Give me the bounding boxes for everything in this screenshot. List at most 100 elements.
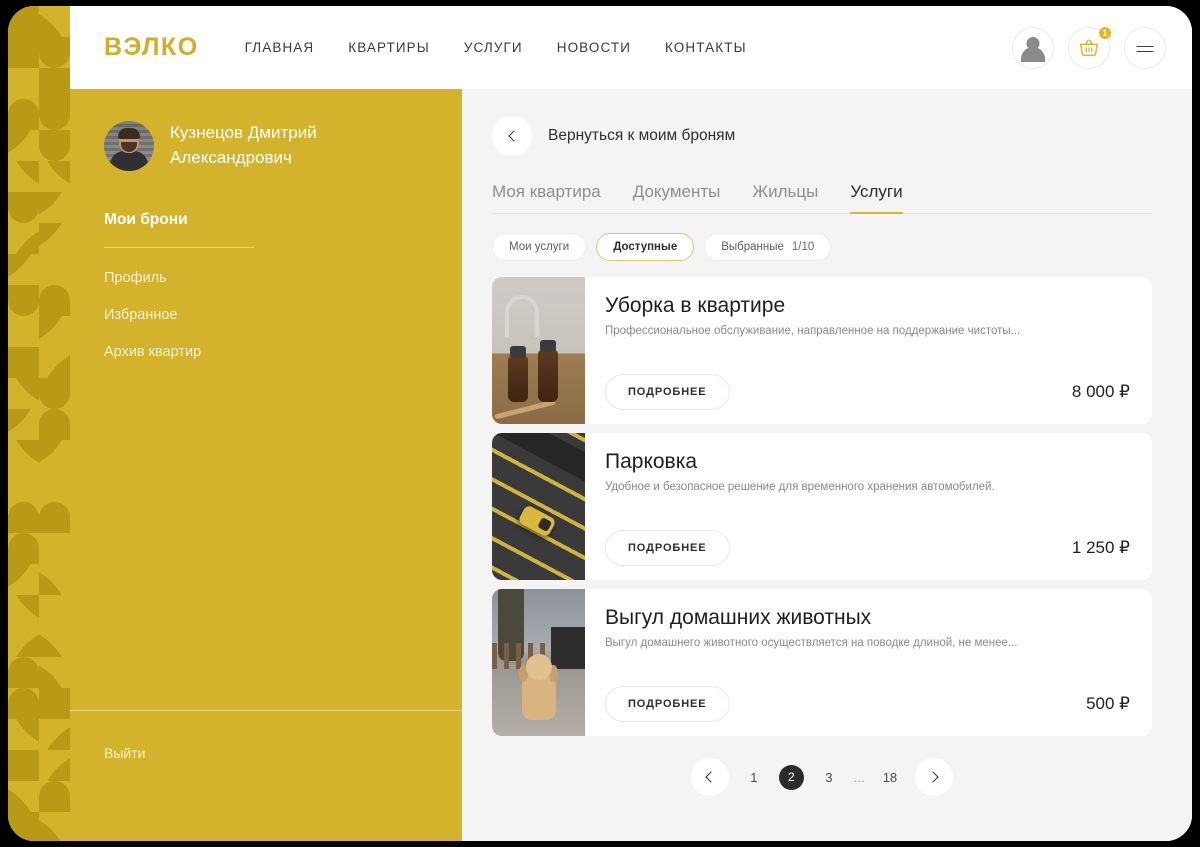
service-price: 8 000 ₽ (1071, 382, 1130, 401)
chip-my-services[interactable]: Мои услуги (492, 233, 587, 261)
pattern-cell (8, 316, 39, 347)
parking-lot-photo (492, 433, 585, 580)
service-card-footer: ПОДРОБНЕЕ 1 250 ₽ (605, 530, 1130, 566)
user-name: Кузнецов Дмитрий Александрович (170, 123, 317, 167)
pattern-cell (39, 409, 70, 440)
pattern-cell (8, 192, 39, 223)
main-navigation: ГЛАВНАЯ КВАРТИРЫ УСЛУГИ НОВОСТИ КОНТАКТЫ (245, 40, 747, 55)
details-button[interactable]: ПОДРОБНЕЕ (605, 686, 730, 722)
back-button[interactable] (492, 116, 532, 156)
service-card-list: Уборка в квартире Профессиональное обслу… (492, 277, 1152, 736)
chip-selected[interactable]: Выбранные 1/10 (704, 233, 832, 261)
pagination-ellipsis: ... (853, 769, 865, 785)
header-actions: 1 (1012, 24, 1166, 69)
service-description: Выгул домашнего животного осуществляется… (605, 637, 1018, 649)
pattern-cell (39, 347, 70, 378)
pagination: 1 2 3 ... 18 (492, 758, 1152, 796)
service-title: Парковка (605, 450, 698, 473)
avatar (104, 121, 154, 171)
pagination-page-2[interactable]: 2 (778, 764, 804, 790)
pattern-cell (39, 657, 70, 688)
hamburger-icon (1136, 45, 1154, 48)
pattern-cell (39, 626, 70, 657)
pattern-cell (8, 37, 39, 68)
chip-available-label: Доступные (613, 241, 678, 253)
nav-item-glavnaya[interactable]: ГЛАВНАЯ (245, 40, 315, 55)
account-button[interactable] (1012, 26, 1054, 69)
pattern-cell (8, 440, 39, 471)
pattern-cell (8, 254, 39, 285)
service-card-footer: ПОДРОБНЕЕ 500 ₽ (605, 686, 1130, 722)
menu-button[interactable] (1124, 26, 1166, 69)
pattern-cell (8, 750, 39, 781)
nav-item-novosti[interactable]: НОВОСТИ (557, 40, 631, 55)
pagination-page-1[interactable]: 1 (747, 770, 761, 785)
service-card[interactable]: Парковка Удобное и безопасное решение дл… (492, 433, 1152, 580)
pagination-page-last[interactable]: 18 (883, 770, 897, 785)
tab-residents[interactable]: Жильцы (752, 182, 818, 213)
cart-badge: 1 (1097, 24, 1113, 41)
back-row[interactable]: Вернуться к моим броням (492, 116, 1152, 156)
pattern-cell (39, 68, 70, 99)
pattern-cell (8, 409, 39, 440)
pagination-next[interactable] (915, 758, 954, 796)
nav-item-kvartiry[interactable]: КВАРТИРЫ (348, 40, 430, 55)
details-button[interactable]: ПОДРОБНЕЕ (605, 530, 730, 566)
tab-documents[interactable]: Документы (633, 182, 721, 213)
service-card-footer: ПОДРОБНЕЕ 8 000 ₽ (605, 374, 1130, 410)
person-icon-body (1021, 46, 1045, 62)
pagination-page-3[interactable]: 3 (822, 770, 836, 785)
sidebar-item-my-bookings[interactable]: Мои брони (104, 211, 254, 248)
basket-icon (1080, 38, 1098, 56)
pattern-cell (39, 130, 70, 161)
tab-services[interactable]: Услуги (850, 182, 903, 214)
pattern-cell (8, 688, 39, 719)
decorative-pattern-strip (8, 6, 70, 841)
chevron-left-icon (507, 130, 520, 142)
pattern-cell (39, 688, 70, 719)
tab-my-apartment[interactable]: Моя квартира (492, 182, 601, 213)
chip-selected-label: Выбранные (721, 241, 784, 253)
pattern-cell (39, 6, 70, 37)
pattern-cell (39, 254, 70, 285)
service-card[interactable]: Выгул домашних животных Выгул домашнего … (492, 589, 1152, 736)
cleaning-bottles-photo (492, 277, 585, 424)
pattern-cell (39, 719, 70, 750)
service-title: Уборка в квартире (605, 294, 786, 317)
pagination-prev[interactable] (690, 758, 729, 796)
sidebar-item-profile[interactable]: Профиль (104, 270, 432, 286)
service-price: 500 ₽ (1086, 694, 1130, 713)
service-thumbnail (492, 277, 585, 424)
pattern-cell (8, 130, 39, 161)
pattern-cell (8, 347, 39, 378)
pattern-cell (8, 502, 39, 533)
logo[interactable]: ВЭЛКО (104, 33, 199, 62)
pattern-cell (8, 657, 39, 688)
page-content: ВЭЛКО ГЛАВНАЯ КВАРТИРЫ УСЛУГИ НОВОСТИ КО… (70, 6, 1192, 841)
pattern-grid (8, 6, 70, 841)
pattern-cell (39, 781, 70, 812)
sidebar-item-archive[interactable]: Архив квартир (104, 344, 432, 360)
pattern-cell (8, 6, 39, 37)
cart-button[interactable]: 1 (1068, 24, 1113, 69)
details-button[interactable]: ПОДРОБНЕЕ (605, 374, 730, 410)
service-card-body: Уборка в квартире Профессиональное обслу… (585, 277, 1152, 424)
pattern-cell (8, 68, 39, 99)
sidebar-item-favorites[interactable]: Избранное (104, 307, 432, 323)
nav-item-kontakty[interactable]: КОНТАКТЫ (665, 40, 747, 55)
service-description: Профессиональное обслуживание, направлен… (605, 325, 1021, 337)
app-window: ВЭЛКО ГЛАВНАЯ КВАРТИРЫ УСЛУГИ НОВОСТИ КО… (8, 6, 1192, 841)
service-price: 1 250 ₽ (1071, 538, 1130, 557)
hamburger-icon-line2 (1136, 50, 1154, 53)
service-title: Выгул домашних животных (605, 606, 872, 629)
chevron-right-icon (926, 771, 939, 783)
service-card[interactable]: Уборка в квартире Профессиональное обслу… (492, 277, 1152, 424)
body-row: Кузнецов Дмитрий Александрович Мои брони… (70, 89, 1192, 841)
pattern-cell (39, 161, 70, 192)
nav-item-uslugi[interactable]: УСЛУГИ (464, 40, 523, 55)
chip-available[interactable]: Доступные (596, 233, 695, 261)
pattern-cell (8, 285, 39, 316)
logout-button[interactable]: Выйти (104, 711, 432, 761)
user-block[interactable]: Кузнецов Дмитрий Александрович (104, 121, 432, 171)
